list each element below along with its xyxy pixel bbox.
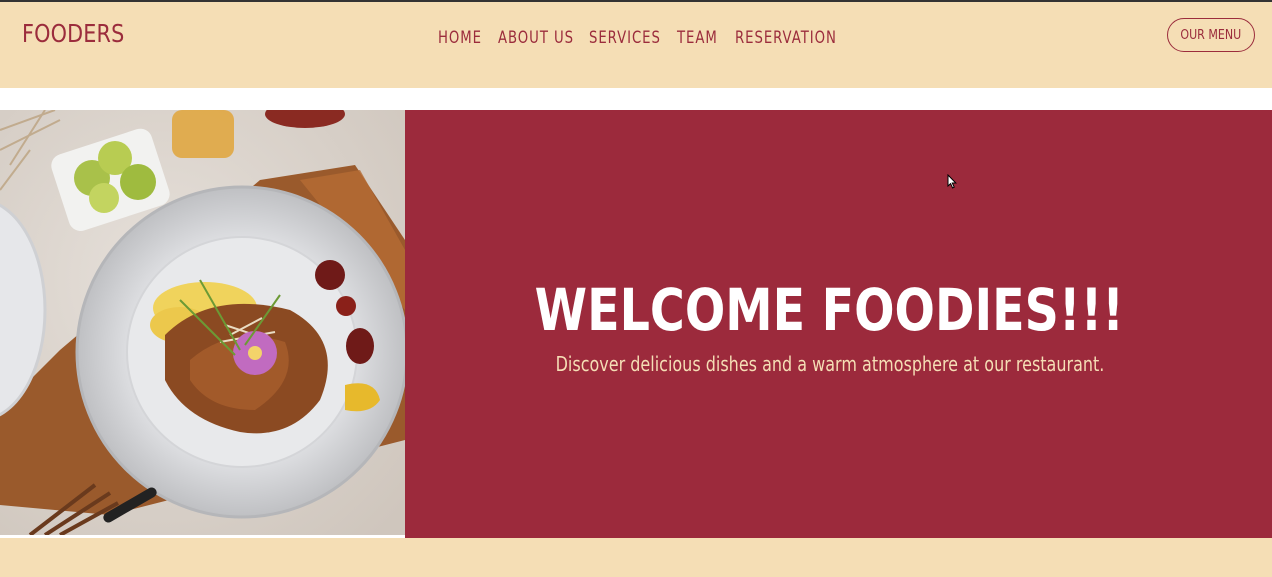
our-menu-button[interactable]: OUR MENU [1167, 18, 1255, 52]
nav-link-reservation[interactable]: RESERVATION [735, 28, 837, 48]
site-header: FOODERS HOME ABOUT US SERVICES TEAM RESE… [0, 0, 1272, 88]
hero-subtitle-text: Discover delicious dishes and a warm atm… [555, 352, 1104, 376]
nav-link-home[interactable]: HOME [438, 28, 482, 48]
nav-item-about-us: ABOUT US [498, 28, 589, 48]
food-plate-illustration [0, 110, 405, 535]
mouse-cursor-icon [947, 174, 957, 189]
next-section-strip [0, 538, 1272, 577]
nav-item-reservation: RESERVATION [735, 28, 837, 48]
hero-food-photo [0, 110, 405, 535]
hero-subtitle: Discover delicious dishes and a warm atm… [405, 349, 1254, 379]
hero-panel: WELCOME FOODIES!!! Discover delicious di… [405, 110, 1272, 538]
our-menu-button-label: OUR MENU [1180, 27, 1242, 43]
nav-item-home: HOME [438, 28, 498, 48]
nav-link-about-us[interactable]: ABOUT US [498, 28, 574, 48]
hero-title: WELCOME FOODIES!!! [405, 274, 1254, 346]
nav-item-team: TEAM [677, 28, 735, 48]
nav-link-services[interactable]: SERVICES [589, 28, 661, 48]
hero-title-text: WELCOME FOODIES!!! [534, 276, 1125, 344]
nav-link-team[interactable]: TEAM [677, 28, 718, 48]
nav-item-services: SERVICES [589, 28, 677, 48]
main-nav: HOME ABOUT US SERVICES TEAM RESERVATION [438, 26, 837, 50]
brand-logo[interactable]: FOODERS [22, 19, 124, 48]
